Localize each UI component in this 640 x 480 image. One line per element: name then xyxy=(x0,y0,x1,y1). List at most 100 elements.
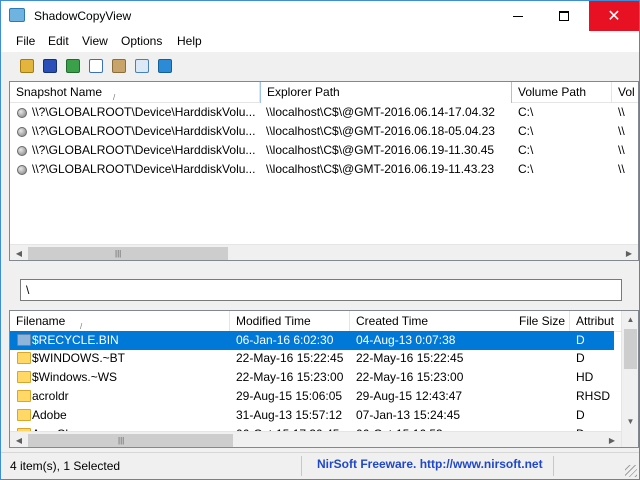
save-button[interactable] xyxy=(41,57,59,75)
scroll-right-icon[interactable]: ▶ xyxy=(604,434,620,447)
maximize-button[interactable] xyxy=(541,1,587,31)
menu-file[interactable]: File xyxy=(16,34,35,48)
open-folder-button[interactable] xyxy=(18,57,36,75)
file-created: 22-May-16 15:22:45 xyxy=(356,351,464,365)
status-bar: 4 item(s), 1 Selected NirSoft Freeware. … xyxy=(1,452,639,479)
resize-grip-icon[interactable] xyxy=(625,465,637,477)
minimize-button[interactable] xyxy=(495,1,541,31)
file-attributes: D xyxy=(576,351,585,365)
snapshot-icon xyxy=(17,146,27,156)
menu-bar: File Edit View Options Help xyxy=(1,31,639,52)
file-created: 29-Aug-15 12:43:47 xyxy=(356,389,463,403)
file-row[interactable]: Adobe 31-Aug-13 15:57:12 07-Jan-13 15:24… xyxy=(10,406,614,425)
col-vol[interactable]: Vol xyxy=(612,82,638,103)
app-window: ShadowCopyView ✕ File Edit View Options … xyxy=(0,0,640,480)
folder-icon xyxy=(17,334,31,346)
file-name: $WINDOWS.~BT xyxy=(32,351,126,365)
menu-help[interactable]: Help xyxy=(177,34,202,48)
menu-options[interactable]: Options xyxy=(121,34,162,48)
file-list-header: Filename / Modified Time Created Time Fi… xyxy=(10,311,638,332)
file-list[interactable]: Filename / Modified Time Created Time Fi… xyxy=(9,310,639,448)
col-modified-time[interactable]: Modified Time xyxy=(230,311,350,332)
selection-status: 4 item(s), 1 Selected xyxy=(10,459,121,473)
col-explorer-path-label: Explorer Path xyxy=(267,85,340,99)
open-folder-icon xyxy=(20,59,34,73)
snapshot-volume-path: C:\ xyxy=(518,105,534,119)
scroll-left-icon[interactable]: ◀ xyxy=(11,434,27,447)
file-name: $RECYCLE.BIN xyxy=(32,333,119,347)
snapshot-explorer-path: \\localhost\C$\@GMT-2016.06.19-11.43.23 xyxy=(266,162,495,176)
menu-view[interactable]: View xyxy=(82,34,108,48)
snapshot-list[interactable]: Snapshot Name / Explorer Path Volume Pat… xyxy=(9,81,639,261)
status-divider xyxy=(553,456,554,476)
snapshot-row[interactable]: \\?\GLOBALROOT\Device\HarddiskVolu... \\… xyxy=(10,160,638,179)
minimize-icon xyxy=(513,16,523,17)
file-modified: 22-May-16 15:23:00 xyxy=(236,370,344,384)
status-divider xyxy=(301,456,302,476)
path-field[interactable]: \ xyxy=(20,279,622,301)
snapshot-row[interactable]: \\?\GLOBALROOT\Device\HarddiskVolu... \\… xyxy=(10,103,638,122)
snapshot-row[interactable]: \\?\GLOBALROOT\Device\HarddiskVolu... \\… xyxy=(10,122,638,141)
folder-icon xyxy=(17,409,31,421)
col-explorer-path[interactable]: Explorer Path xyxy=(260,82,512,103)
scrollbar-thumb[interactable] xyxy=(624,329,637,369)
col-attributes-label: Attribut xyxy=(576,314,615,328)
toolbar xyxy=(1,52,639,80)
file-horizontal-scrollbar[interactable]: ◀ ||| ▶ xyxy=(10,431,621,447)
file-row[interactable]: acroldr 29-Aug-15 15:06:05 29-Aug-15 12:… xyxy=(10,387,614,406)
snapshot-name: \\?\GLOBALROOT\Device\HarddiskVolu... xyxy=(32,162,256,176)
nirsoft-link[interactable]: NirSoft Freeware. http://www.nirsoft.net xyxy=(317,457,543,471)
file-modified: 31-Aug-13 15:57:12 xyxy=(236,408,343,422)
snapshot-vol: \\ xyxy=(618,124,625,138)
file-row[interactable]: $RECYCLE.BIN 06-Jan-16 6:02:30 04-Aug-13… xyxy=(10,331,614,350)
col-filename-label: Filename xyxy=(16,314,66,328)
file-modified: 06-Jan-16 6:02:30 xyxy=(236,333,334,347)
col-modified-time-label: Modified Time xyxy=(236,314,311,328)
refresh-icon xyxy=(66,59,80,73)
find-button[interactable] xyxy=(133,57,151,75)
file-created: 04-Aug-13 0:07:38 xyxy=(356,333,456,347)
menu-edit[interactable]: Edit xyxy=(48,34,69,48)
scrollbar-thumb[interactable] xyxy=(28,434,233,447)
scroll-up-icon[interactable]: ▲ xyxy=(622,311,638,328)
snapshot-explorer-path: \\localhost\C$\@GMT-2016.06.19-11.30.45 xyxy=(266,143,495,157)
file-name: acroldr xyxy=(32,389,69,403)
snapshot-explorer-path: \\localhost\C$\@GMT-2016.06.18-05.04.23 xyxy=(266,124,495,138)
file-row[interactable]: $WINDOWS.~BT 22-May-16 15:22:45 22-May-1… xyxy=(10,349,614,368)
col-vol-label: Vol xyxy=(618,85,635,99)
col-filename[interactable]: Filename / xyxy=(10,311,230,332)
snapshot-row[interactable]: \\?\GLOBALROOT\Device\HarddiskVolu... \\… xyxy=(10,141,638,160)
snapshot-vol: \\ xyxy=(618,143,625,157)
exit-button[interactable] xyxy=(156,57,174,75)
col-snapshot-name[interactable]: Snapshot Name / xyxy=(10,82,260,103)
copy-button[interactable] xyxy=(87,57,105,75)
properties-button[interactable] xyxy=(110,57,128,75)
file-created: 22-May-16 15:23:00 xyxy=(356,370,464,384)
col-file-size[interactable]: File Size xyxy=(450,311,570,332)
col-file-size-label: File Size xyxy=(518,314,565,328)
scrollbar-thumb[interactable] xyxy=(28,247,228,260)
scroll-right-icon[interactable]: ▶ xyxy=(621,247,637,260)
snapshot-icon xyxy=(17,108,27,118)
scroll-down-icon[interactable]: ▼ xyxy=(622,413,638,430)
refresh-button[interactable] xyxy=(64,57,82,75)
file-row[interactable]: $Windows.~WS 22-May-16 15:23:00 22-May-1… xyxy=(10,368,614,387)
title-bar: ShadowCopyView ✕ xyxy=(1,1,639,31)
snapshot-name: \\?\GLOBALROOT\Device\HarddiskVolu... xyxy=(32,124,256,138)
snapshot-name: \\?\GLOBALROOT\Device\HarddiskVolu... xyxy=(32,105,256,119)
scroll-left-icon[interactable]: ◀ xyxy=(11,247,27,260)
file-attributes: D xyxy=(576,408,585,422)
snapshot-horizontal-scrollbar[interactable]: ◀ ||| ▶ xyxy=(10,244,638,260)
app-icon xyxy=(9,8,25,22)
snapshot-list-header: Snapshot Name / Explorer Path Volume Pat… xyxy=(10,82,638,103)
snapshot-vol: \\ xyxy=(618,105,625,119)
col-volume-path[interactable]: Volume Path xyxy=(512,82,612,103)
snapshot-volume-path: C:\ xyxy=(518,162,534,176)
close-button[interactable]: ✕ xyxy=(589,1,639,31)
sort-indicator-icon: / xyxy=(113,93,116,102)
snapshot-explorer-path: \\localhost\C$\@GMT-2016.06.14-17.04.32 xyxy=(266,105,495,119)
snapshot-volume-path: C:\ xyxy=(518,124,534,138)
file-vertical-scrollbar[interactable]: ▲ ▼ xyxy=(621,311,638,447)
maximize-icon xyxy=(559,11,569,21)
exit-icon xyxy=(158,59,172,73)
